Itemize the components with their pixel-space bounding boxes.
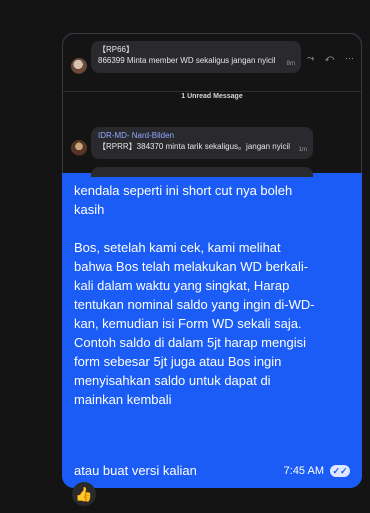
double-check-icon: ✓✓ [330, 465, 350, 477]
quote-text: 866399 Minta member WD sekaligus jangan … [98, 56, 276, 65]
quote-time: 8m [286, 61, 295, 67]
divider [63, 91, 361, 92]
message-actions[interactable]: ⤳ ↶ ⋯ [307, 53, 358, 64]
quoted-message-3 [91, 167, 313, 177]
quote-time: 1m [298, 147, 307, 153]
quote-sender: IDR-MD- Nard-Bilden [98, 131, 175, 140]
message-preview: 【RP66】 866399 Minta member WD sekaligus … [62, 33, 362, 177]
quote-sender: 【RP66】 [98, 45, 135, 54]
avatar[interactable] [71, 140, 87, 156]
message-bubble[interactable]: 【RP66】 866399 Minta member WD sekaligus … [62, 33, 362, 488]
avatar[interactable] [71, 58, 87, 74]
quoted-message-1[interactable]: 【RP66】 866399 Minta member WD sekaligus … [91, 41, 301, 73]
quote-actions-icons[interactable]: ⤳ ↶ ⋯ [307, 53, 358, 63]
message-time: 7:45 AM [283, 465, 324, 477]
quote-text: 【RPRR】384370 minta tarik sekaligus。janga… [98, 142, 291, 151]
message-body: kendala seperti ini short cut nya boleh … [74, 183, 315, 407]
unread-separator: 1 Unread Message [181, 93, 243, 100]
quoted-message-2[interactable]: IDR-MD- Nard-Bilden 【RPRR】384370 minta t… [91, 127, 313, 159]
thumbs-up-reaction[interactable]: 👍 [72, 482, 96, 506]
message-footer: atau buat versi kalian [74, 463, 197, 478]
